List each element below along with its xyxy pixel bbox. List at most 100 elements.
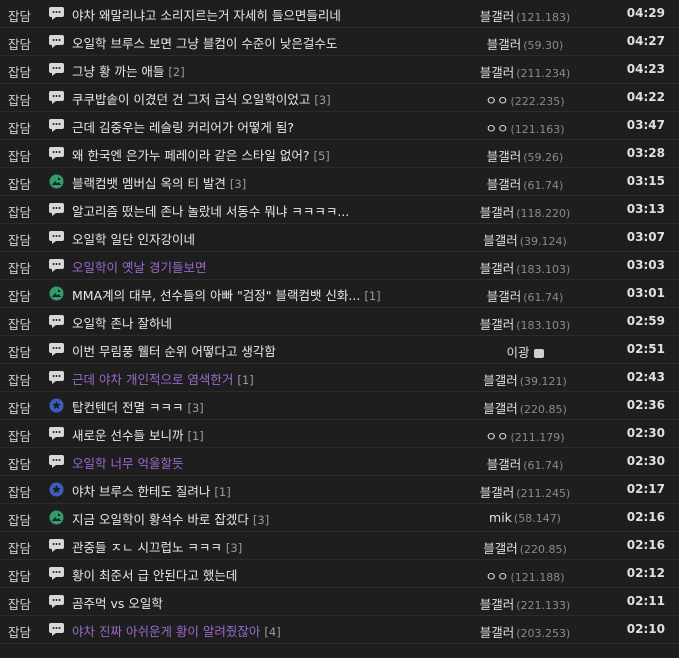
post-title-link[interactable]: 오일학 일단 인자강이네 [72, 229, 402, 248]
post-title-link[interactable]: 오일학 존나 잘하네 [72, 313, 402, 332]
list-item[interactable]: 잡담 근데 야차 개인적으로 염색한거 [1] 블갤러 (39.121) 02:43 [0, 364, 679, 392]
post-title-link[interactable]: 야차 왜말리냐고 소리지르는거 자세히 들으면들리네 [72, 5, 402, 24]
author-name: 블갤러 [479, 205, 515, 220]
post-time: 04:22 [626, 90, 665, 104]
list-item[interactable]: 잡담 야차 브루스 한테도 질려나 [1] 블갤러 (211.245) 02:17 [0, 476, 679, 504]
author-ip: (59.26) [523, 151, 564, 164]
category-label: 잡담 [8, 485, 32, 500]
reply-count[interactable]: [2] [168, 65, 184, 79]
list-item[interactable]: 잡담 쿠쿠밥솥이 이겼던 건 그저 급식 오일학이었고 [3] ㅇㅇ (222.235)… [0, 84, 679, 112]
list-item[interactable]: 잡담 오일학 일단 인자강이네 블갤러 (39.124) 03:07 [0, 224, 679, 252]
post-title-link[interactable]: 그냥 황 까는 애들 [2] [72, 61, 402, 80]
list-item[interactable]: 잡담 블랙컴뱃 멤버십 옥의 티 발견 [3] 블갤러 (61.74) 03:15 [0, 168, 679, 196]
list-item[interactable]: 잡담 황이 최준서 급 안된다고 했는데 ㅇㅇ (121.188) 02:12 [0, 560, 679, 588]
author-ip: (61.74) [523, 179, 564, 192]
reply-count[interactable]: [3] [230, 177, 246, 191]
reply-count[interactable]: [1] [214, 485, 230, 499]
author[interactable]: 블갤러 (61.74) [440, 286, 610, 305]
author-ip: (39.121) [519, 375, 567, 388]
author[interactable]: 블갤러 (59.30) [440, 34, 610, 53]
author[interactable]: 블갤러 (221.133) [440, 594, 610, 613]
post-time: 02:36 [626, 398, 665, 412]
list-item[interactable]: 잡담 새로운 선수들 보니까 [1] ㅇㅇ (211.179) 02:30 [0, 420, 679, 448]
post-title-link[interactable]: 근데 김중우는 레슬링 커리어가 어떻게 됨? [72, 117, 402, 136]
category-label: 잡담 [8, 205, 32, 220]
reply-count[interactable]: [4] [264, 625, 280, 639]
post-title-link[interactable]: 지금 오일학이 황석수 바로 잡겠다 [3] [72, 509, 402, 528]
category-label: 잡담 [8, 513, 32, 528]
author[interactable]: 블갤러 (61.74) [440, 174, 610, 193]
author-name: 블갤러 [479, 625, 515, 640]
author[interactable]: ㅇㅇ (121.163) [440, 118, 610, 137]
reply-count[interactable]: [3] [253, 513, 269, 527]
post-title-link[interactable]: 곰주먹 vs 오일학 [72, 593, 402, 612]
post-title-link[interactable]: 오일학이 옛날 경기들보면 [72, 257, 402, 276]
author[interactable]: 블갤러 (211.234) [440, 62, 610, 81]
author-name: ㅇㅇ [485, 121, 509, 136]
list-item[interactable]: 잡담 MMA계의 대부, 선수들의 아빠 "검정" 블랙컴뱃 신화... [1] 블갤… [0, 280, 679, 308]
post-title: 오일학 너무 억울할듯 [72, 456, 184, 471]
list-item[interactable]: 잡담 오일학이 옛날 경기들보면 블갤러 (183.103) 03:03 [0, 252, 679, 280]
post-title-link[interactable]: 왜 한국엔 은가누 페레이라 같은 스타일 없어? [5] [72, 145, 402, 164]
reply-count[interactable]: [3] [314, 93, 330, 107]
reply-count[interactable]: [5] [313, 149, 329, 163]
post-title-link[interactable]: 이번 무림풍 웰터 순위 어떻다고 생각함 [72, 341, 402, 360]
author[interactable]: 블갤러 (211.245) [440, 482, 610, 501]
author[interactable]: 블갤러 (121.183) [440, 6, 610, 25]
list-item[interactable]: 잡담 왜 한국엔 은가누 페레이라 같은 스타일 없어? [5] 블갤러 (59.26)… [0, 140, 679, 168]
post-title-link[interactable]: MMA계의 대부, 선수들의 아빠 "검정" 블랙컴뱃 신화... [1] [72, 285, 402, 304]
author[interactable]: 블갤러 (203.253) [440, 622, 610, 641]
star-post-icon [48, 482, 65, 497]
post-title-link[interactable]: 오일학 브루스 보면 그냥 블컴이 수준이 낮은걸수도 [72, 33, 402, 52]
reply-count[interactable]: [1] [237, 373, 253, 387]
post-title-link[interactable]: 황이 최준서 급 안된다고 했는데 [72, 565, 402, 584]
speech-bubble-icon [48, 230, 65, 245]
category-label: 잡담 [8, 429, 32, 444]
post-title-link[interactable]: 쿠쿠밥솥이 이겼던 건 그저 급식 오일학이었고 [3] [72, 89, 402, 108]
list-item[interactable]: 잡담 오일학 존나 잘하네 블갤러 (183.103) 02:59 [0, 308, 679, 336]
list-item[interactable]: 잡담 지금 오일학이 황석수 바로 잡겠다 [3] mik (58.147) 02:16 [0, 504, 679, 532]
author[interactable]: 블갤러 (39.124) [440, 230, 610, 249]
post-title-link[interactable]: 근데 야차 개인적으로 염색한거 [1] [72, 369, 402, 388]
list-item[interactable]: 잡담 탑컨텐더 전멸 ㅋㅋㅋ [3] 블갤러 (220.85) 02:36 [0, 392, 679, 420]
author[interactable]: 블갤러 (183.103) [440, 314, 610, 333]
author[interactable]: 블갤러 (59.26) [440, 146, 610, 165]
post-title-link[interactable]: 오일학 너무 억울할듯 [72, 453, 402, 472]
author[interactable]: 블갤러 (220.85) [440, 398, 610, 417]
post-title-link[interactable]: 알고리즘 떴는데 존나 놀랐네 서동수 뭐냐 ㅋㅋㅋㅋ... [72, 201, 402, 220]
reply-count[interactable]: [3] [187, 401, 203, 415]
post-title-link[interactable]: 야차 브루스 한테도 질려나 [1] [72, 481, 402, 500]
post-title-link[interactable]: 야차 진짜 아쉬운게 황이 알려줬잖아 [4] [72, 621, 402, 640]
list-item[interactable]: 잡담 오일학 너무 억울할듯 블갤러 (61.74) 02:30 [0, 448, 679, 476]
reply-count[interactable]: [1] [364, 289, 380, 303]
list-item[interactable]: 잡담 근데 김중우는 레슬링 커리어가 어떻게 됨? ㅇㅇ (121.163) 03:4… [0, 112, 679, 140]
author[interactable]: 블갤러 (39.121) [440, 370, 610, 389]
list-item[interactable]: 잡담 그냥 황 까는 애들 [2] 블갤러 (211.234) 04:23 [0, 56, 679, 84]
reply-count[interactable]: [1] [187, 429, 203, 443]
author[interactable]: mik (58.147) [440, 510, 610, 525]
post-title-link[interactable]: 관중들 ㅈㄴ 시끄럽노 ㅋㅋㅋ [3] [72, 537, 402, 556]
post-title-link[interactable]: 새로운 선수들 보니까 [1] [72, 425, 402, 444]
author[interactable]: ㅇㅇ (121.188) [440, 566, 610, 585]
author[interactable]: 블갤러 (61.74) [440, 454, 610, 473]
author[interactable]: 블갤러 (220.85) [440, 538, 610, 557]
list-item[interactable]: 잡담 알고리즘 떴는데 존나 놀랐네 서동수 뭐냐 ㅋㅋㅋㅋ... 블갤러 (118.… [0, 196, 679, 224]
list-item[interactable]: 잡담 야차 진짜 아쉬운게 황이 알려줬잖아 [4] 블갤러 (203.253) 02:1… [0, 616, 679, 644]
list-item[interactable]: 잡담 이번 무림풍 웰터 순위 어떻다고 생각함 이광 02:51 [0, 336, 679, 364]
post-title-link[interactable]: 블랙컴뱃 멤버십 옥의 티 발견 [3] [72, 173, 402, 192]
list-item[interactable]: 잡담 오일학 브루스 보면 그냥 블컴이 수준이 낮은걸수도 블갤러 (59.30) 0… [0, 28, 679, 56]
author[interactable]: 블갤러 (183.103) [440, 258, 610, 277]
author[interactable]: 블갤러 (118.220) [440, 202, 610, 221]
category-label: 잡담 [8, 261, 32, 276]
reply-count[interactable]: [3] [226, 541, 242, 555]
author[interactable]: 이광 [440, 342, 610, 361]
post-title: 곰주먹 vs 오일학 [72, 596, 163, 611]
list-item[interactable]: 잡담 곰주먹 vs 오일학 블갤러 (221.133) 02:11 [0, 588, 679, 616]
post-title-link[interactable]: 탑컨텐더 전멸 ㅋㅋㅋ [3] [72, 397, 402, 416]
author[interactable]: ㅇㅇ (211.179) [440, 426, 610, 445]
list-item[interactable]: 잡담 야차 왜말리냐고 소리지르는거 자세히 들으면들리네 블갤러 (121.183)… [0, 0, 679, 28]
category-label: 잡담 [8, 373, 32, 388]
list-item[interactable]: 잡담 관중들 ㅈㄴ 시끄럽노 ㅋㅋㅋ [3] 블갤러 (220.85) 02:16 [0, 532, 679, 560]
speech-bubble-icon [48, 314, 65, 329]
author[interactable]: ㅇㅇ (222.235) [440, 90, 610, 109]
